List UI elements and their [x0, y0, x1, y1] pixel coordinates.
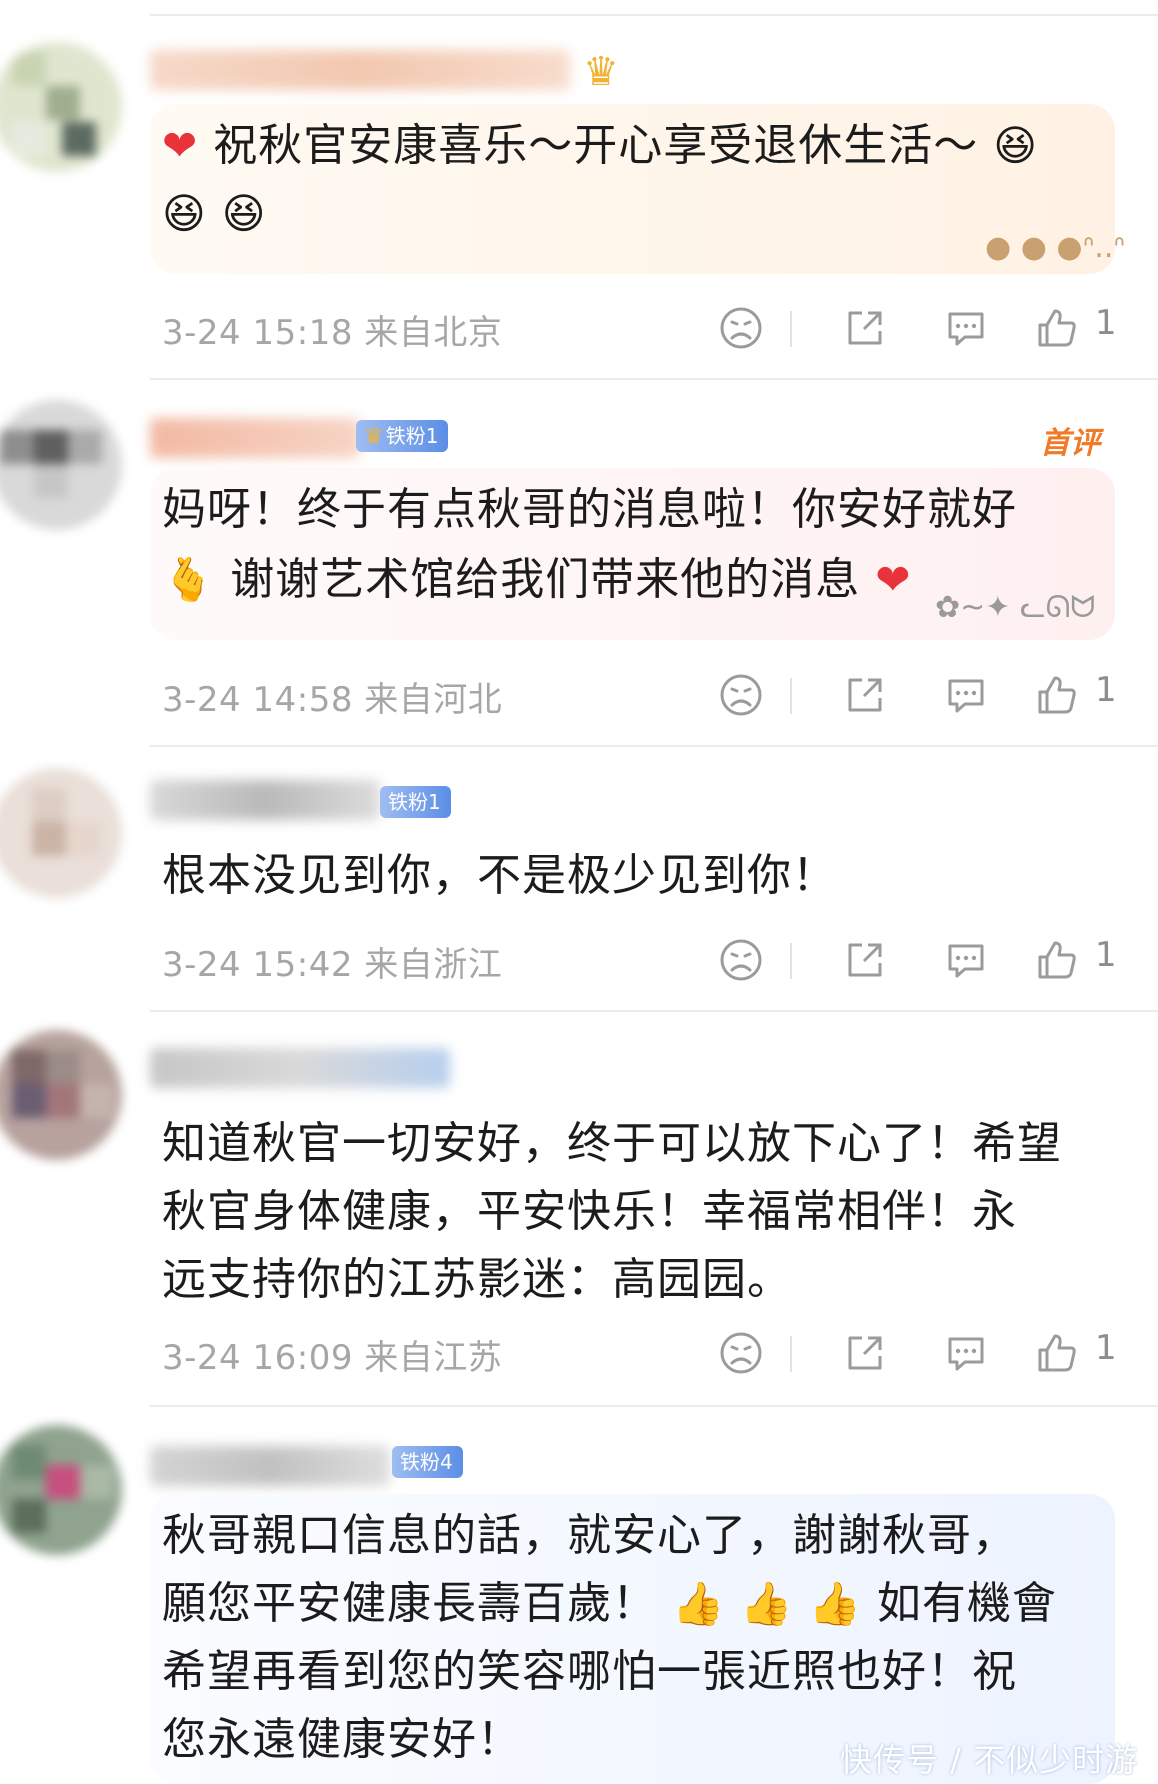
- laughing-emoji: 😆: [162, 189, 207, 238]
- comment-location: 来自河北: [364, 680, 503, 720]
- fan-badge: 铁粉1: [380, 786, 451, 818]
- avatar[interactable]: [0, 1425, 122, 1555]
- avatar[interactable]: [0, 42, 122, 172]
- crown-icon: ♛: [583, 49, 619, 95]
- like-thumb-icon[interactable]: [1034, 1330, 1080, 1376]
- divider: [150, 745, 1158, 747]
- dislike-face-icon[interactable]: [718, 305, 764, 351]
- comment-location: 来自北京: [364, 313, 503, 353]
- dislike-face-icon[interactable]: [718, 937, 764, 983]
- comment-meta: 3-24 15:18 来自北京: [162, 305, 502, 354]
- share-icon[interactable]: [842, 937, 888, 983]
- heart-emoji: ❤: [875, 555, 912, 604]
- comment-time: 3-24 16:09: [162, 1338, 353, 1378]
- divider: [150, 14, 1158, 16]
- like-count: 1: [1095, 935, 1117, 975]
- divider: [150, 1010, 1158, 1012]
- action-separator: [790, 311, 792, 347]
- comment-text-line2: 秋官身体健康，平安快乐！幸福常相伴！永: [162, 1186, 1017, 1237]
- cat-sticker-icon: ✿~✦ ᓚᘏᗢ: [935, 590, 1096, 625]
- fan-badge: 铁粉4: [392, 1446, 463, 1478]
- reply-icon[interactable]: [943, 937, 989, 983]
- heart-emoji: ❤: [162, 121, 199, 170]
- share-icon[interactable]: [842, 1330, 888, 1376]
- username-blurred[interactable]: [150, 418, 360, 458]
- like-count: 1: [1095, 303, 1117, 343]
- dislike-face-icon[interactable]: [718, 1330, 764, 1376]
- action-separator: [790, 678, 792, 714]
- avatar[interactable]: [0, 1030, 122, 1160]
- divider: [150, 378, 1158, 380]
- laughing-emoji: 😆: [993, 121, 1038, 170]
- like-count: 1: [1095, 1328, 1117, 1368]
- crown-icon: ♛: [364, 424, 384, 449]
- comment-location: 来自江苏: [364, 1338, 503, 1378]
- comment-time: 3-24 15:18: [162, 313, 353, 353]
- comment-text: ❤ 祝秋官安康喜乐～开心享受退休生活～ 😆: [162, 120, 1038, 171]
- comment-text-line3: 希望再看到您的笑容哪怕一張近照也好！祝: [162, 1646, 1017, 1697]
- divider: [150, 1405, 1158, 1407]
- reply-icon[interactable]: [943, 1330, 989, 1376]
- comment-text: 知道秋官一切安好，终于可以放下心了！希望: [162, 1118, 1062, 1169]
- like-thumb-icon[interactable]: [1034, 305, 1080, 351]
- avatar[interactable]: [0, 768, 122, 898]
- first-comment-tag: 首评: [1040, 426, 1100, 461]
- share-icon[interactable]: [842, 672, 888, 718]
- comment-meta: 3-24 14:58 来自河北: [162, 672, 502, 721]
- avatar[interactable]: [0, 400, 122, 530]
- thumbs-up-emoji: 👍: [672, 1579, 726, 1628]
- comment-meta: 3-24 16:09 来自江苏: [162, 1330, 502, 1379]
- hamster-sticker-icon: ● ● ●ᐢ..ᐢ: [985, 230, 1126, 265]
- like-thumb-icon[interactable]: [1034, 937, 1080, 983]
- comment-text: 妈呀！终于有点秋哥的消息啦！你安好就好: [162, 484, 1017, 535]
- comment-meta: 3-24 15:42 来自浙江: [162, 937, 502, 986]
- action-separator: [790, 1336, 792, 1372]
- laughing-emoji: 😆: [221, 189, 267, 238]
- reply-icon[interactable]: [943, 672, 989, 718]
- comment-time: 3-24 15:42: [162, 945, 353, 985]
- finger-heart-emoji: 🫰: [162, 555, 216, 604]
- username-blurred[interactable]: [150, 50, 570, 90]
- watermark: 快传号 / 不似少时游: [840, 1741, 1139, 1779]
- comment-time: 3-24 14:58: [162, 680, 353, 720]
- thumbs-up-emoji: 👍: [808, 1579, 862, 1628]
- action-separator: [790, 943, 792, 979]
- fan-badge: ♛ 铁粉1: [356, 420, 449, 452]
- comment-text-line2: 🫰 谢谢艺术馆给我们带来他的消息 ❤: [162, 554, 912, 605]
- comment-text-line3: 远支持你的江苏影迷：高园园。: [162, 1254, 792, 1305]
- comment-text: 秋哥親口信息的話，就安心了，謝謝秋哥，: [162, 1510, 1017, 1561]
- comment-text-line4: 您永遠健康安好！: [162, 1714, 522, 1765]
- comment-text-line2: 😆 😆: [162, 180, 267, 248]
- comment-text: 根本没见到你，不是极少见到你！: [162, 850, 837, 901]
- username-blurred[interactable]: [150, 1048, 450, 1088]
- comment-text-line2: 願您平安健康長壽百歲！ 👍 👍 👍 如有機會: [162, 1578, 1057, 1629]
- share-icon[interactable]: [842, 305, 888, 351]
- reply-icon[interactable]: [943, 305, 989, 351]
- username-blurred[interactable]: [150, 1446, 390, 1486]
- like-thumb-icon[interactable]: [1034, 672, 1080, 718]
- username-blurred[interactable]: [150, 780, 380, 820]
- like-count: 1: [1095, 670, 1117, 710]
- thumbs-up-emoji: 👍: [740, 1579, 794, 1628]
- dislike-face-icon[interactable]: [718, 672, 764, 718]
- comment-location: 来自浙江: [364, 945, 503, 985]
